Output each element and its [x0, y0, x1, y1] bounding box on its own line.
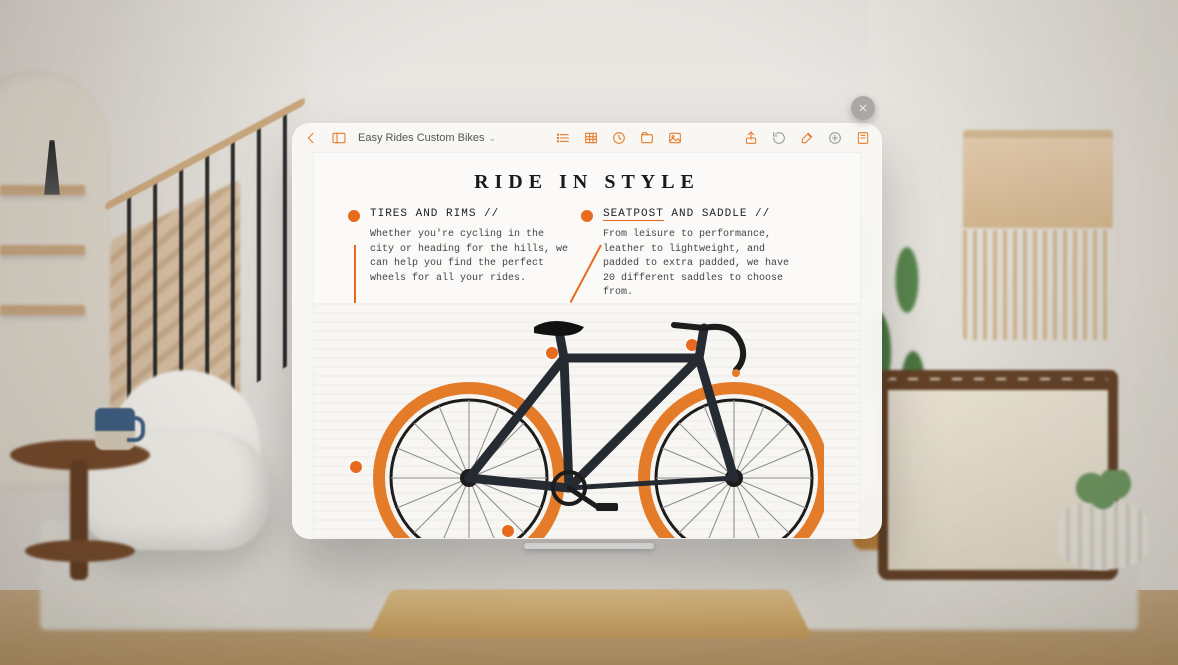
list-view-icon[interactable]	[554, 129, 572, 147]
illustration-area	[314, 303, 860, 539]
window-grabber[interactable]	[524, 543, 654, 549]
window-close-button[interactable]	[851, 96, 875, 120]
clock-icon[interactable]	[610, 129, 628, 147]
anchor-dot-icon	[350, 461, 362, 473]
document-canvas[interactable]: RIDE IN STYLE TIRES AND RIMS // Whether …	[314, 153, 860, 539]
callout-dot-icon	[581, 210, 593, 222]
document-title[interactable]: Easy Rides Custom Bikes ⌄	[358, 132, 496, 144]
chevron-down-icon: ⌄	[489, 133, 497, 144]
callouts-row: TIRES AND RIMS // Whether you're cycling…	[314, 208, 860, 301]
table-icon[interactable]	[582, 129, 600, 147]
media-folder-icon[interactable]	[638, 129, 656, 147]
callout-body: Whether you're cycling in the city or he…	[370, 228, 571, 286]
document-title-text: Easy Rides Custom Bikes	[358, 132, 485, 144]
bicycle-illustration	[364, 303, 824, 538]
close-icon	[857, 102, 869, 114]
callout-body: From leisure to performance, leather to …	[603, 228, 804, 301]
add-circle-icon[interactable]	[826, 129, 844, 147]
callout-seatpost: SEATPOST AND SADDLE // From leisure to p…	[603, 208, 804, 301]
share-icon[interactable]	[742, 129, 760, 147]
toolbar: Easy Rides Custom Bikes ⌄	[292, 123, 882, 153]
image-icon[interactable]	[666, 129, 684, 147]
back-icon[interactable]	[302, 129, 320, 147]
callout-tires: TIRES AND RIMS // Whether you're cycling…	[370, 208, 571, 301]
callout-dot-icon	[348, 210, 360, 222]
brush-icon[interactable]	[798, 129, 816, 147]
callout-label: SEATPOST AND SADDLE //	[603, 208, 804, 220]
history-icon[interactable]	[770, 129, 788, 147]
app-window[interactable]: Easy Rides Custom Bikes ⌄	[292, 123, 882, 539]
format-panel-icon[interactable]	[854, 129, 872, 147]
sidebar-icon[interactable]	[330, 129, 348, 147]
page-heading: RIDE IN STYLE	[314, 153, 860, 208]
callout-label: TIRES AND RIMS //	[370, 208, 571, 220]
